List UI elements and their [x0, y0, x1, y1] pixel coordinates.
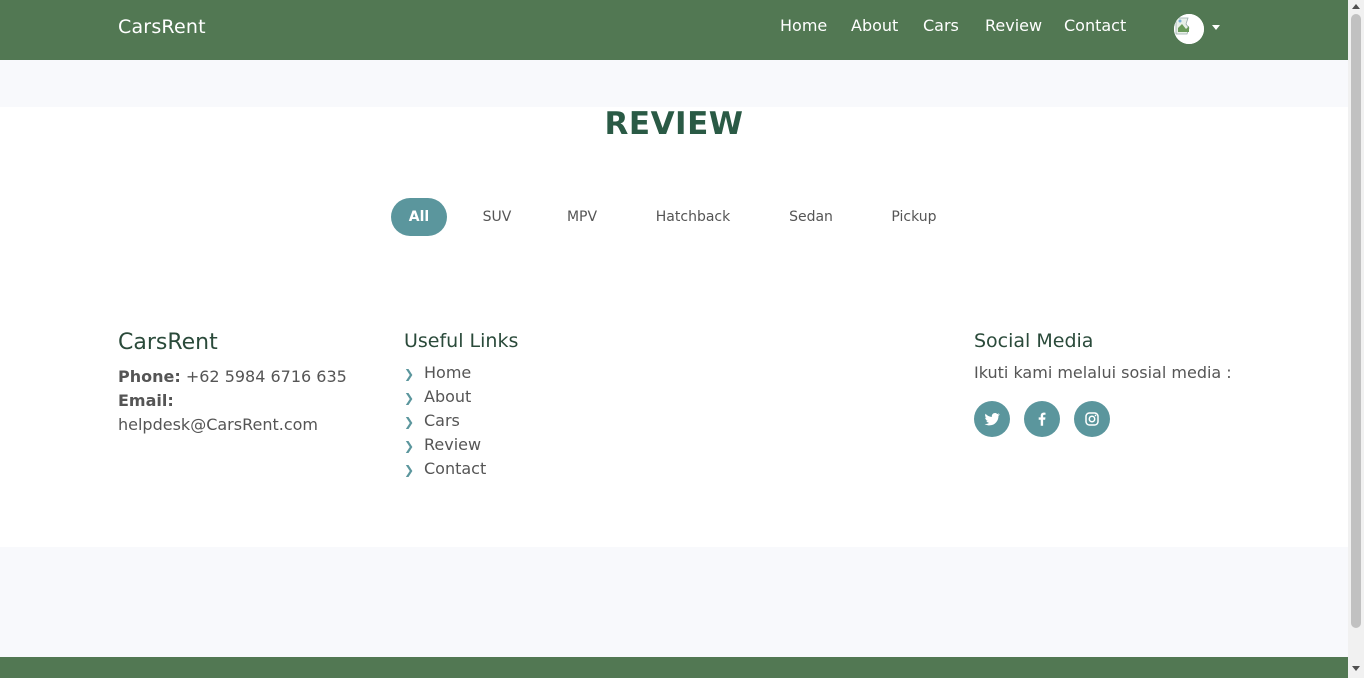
- nav-home[interactable]: Home: [780, 16, 827, 36]
- footer-link-review[interactable]: ❯ Review: [404, 435, 481, 457]
- twitter-button[interactable]: [974, 401, 1010, 437]
- footer-link-label: Contact: [424, 459, 487, 478]
- brand-logo[interactable]: CarsRent: [118, 16, 206, 38]
- chevron-right-icon: ❯: [404, 463, 415, 477]
- instagram-icon: [1085, 412, 1099, 426]
- chevron-right-icon: ❯: [404, 439, 415, 453]
- footer-brand: CarsRent: [118, 330, 218, 355]
- useful-links-title: Useful Links: [404, 330, 519, 352]
- footer-link-label: Review: [424, 435, 482, 454]
- breadcrumb-band: [0, 60, 1348, 107]
- footer-link-home[interactable]: ❯ Home: [404, 363, 471, 385]
- filter-suv[interactable]: SUV: [470, 198, 524, 236]
- email-label: Email:: [118, 391, 174, 410]
- footer-link-label: Home: [424, 363, 472, 382]
- chevron-right-icon: ❯: [404, 391, 415, 405]
- nav-review[interactable]: Review: [985, 16, 1042, 36]
- chevron-right-icon: ❯: [404, 415, 415, 429]
- twitter-icon: [984, 413, 1000, 426]
- navbar: CarsRent Home About Cars Review Contact: [0, 0, 1348, 60]
- footer-link-contact[interactable]: ❯ Contact: [404, 459, 486, 481]
- nav-contact[interactable]: Contact: [1064, 16, 1126, 36]
- scroll-up-arrow-icon[interactable]: [1352, 4, 1360, 9]
- footer-bottom-band: [0, 547, 1348, 657]
- footer-phone: Phone: +62 5984 6716 635: [118, 367, 347, 386]
- footer-bar: [0, 657, 1348, 678]
- footer-link-cars[interactable]: ❯ Cars: [404, 411, 460, 433]
- filter-pickup[interactable]: Pickup: [882, 198, 946, 236]
- nav-cars[interactable]: Cars: [923, 16, 959, 36]
- footer-link-label: About: [424, 387, 472, 406]
- facebook-icon: [1038, 412, 1046, 426]
- scroll-down-arrow-icon[interactable]: [1352, 666, 1360, 671]
- page: CarsRent Home About Cars Review Contact …: [0, 0, 1348, 678]
- vertical-scrollbar[interactable]: [1348, 0, 1364, 678]
- filter-sedan[interactable]: Sedan: [780, 198, 842, 236]
- chevron-right-icon: ❯: [404, 367, 415, 381]
- social-media-text: Ikuti kami melalui sosial media :: [974, 363, 1232, 382]
- user-avatar[interactable]: [1174, 14, 1204, 44]
- instagram-button[interactable]: [1074, 401, 1110, 437]
- email-value: helpdesk@CarsRent.com: [118, 415, 318, 434]
- page-title: REVIEW: [604, 106, 744, 142]
- footer-link-about[interactable]: ❯ About: [404, 387, 471, 409]
- dropdown-caret-icon[interactable]: [1212, 25, 1220, 30]
- phone-value: +62 5984 6716 635: [185, 367, 347, 386]
- broken-image-icon: [1174, 14, 1204, 44]
- facebook-button[interactable]: [1024, 401, 1060, 437]
- footer-link-label: Cars: [424, 411, 460, 430]
- filter-all[interactable]: All: [391, 198, 447, 236]
- scrollbar-thumb[interactable]: [1351, 14, 1361, 628]
- filter-mpv[interactable]: MPV: [556, 198, 608, 236]
- phone-label: Phone:: [118, 367, 181, 386]
- filter-hatchback[interactable]: Hatchback: [644, 198, 742, 236]
- social-media-title: Social Media: [974, 330, 1094, 352]
- nav-about[interactable]: About: [851, 16, 898, 36]
